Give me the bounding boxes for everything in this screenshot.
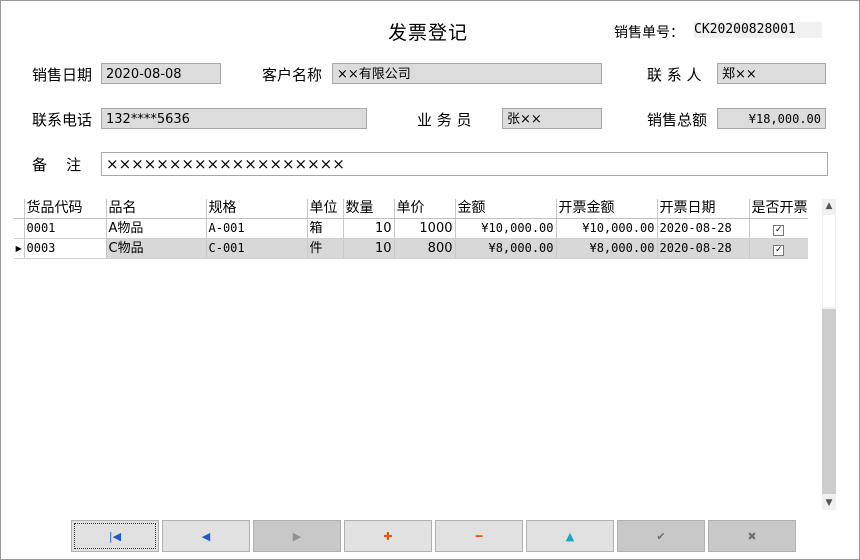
cell-amount[interactable]: ¥8,000.00 [455, 238, 557, 259]
sale-date-field[interactable]: 2020-08-08 [101, 63, 221, 84]
salesman-field[interactable]: 张×× [502, 108, 602, 129]
save-record-button[interactable]: ✔ [617, 520, 705, 552]
remark-field[interactable]: ××××××××××××××××××× [101, 152, 828, 176]
first-record-button[interactable]: |◀ [71, 520, 159, 552]
col-header-name[interactable]: 品名 [106, 199, 207, 219]
cell-invoice-date[interactable]: 2020-08-28 [657, 218, 750, 239]
scroll-thumb[interactable] [823, 215, 835, 307]
customer-label: 客户名称 [262, 66, 323, 84]
prev-record-icon: ◀ [201, 529, 211, 543]
salesman-label: 业 务 员 [417, 111, 472, 129]
close-icon: ✖ [747, 529, 757, 543]
total-field[interactable]: ¥18,000.00 [717, 108, 826, 129]
checkmark-icon: ✔ [656, 529, 666, 543]
row-header-corner [14, 199, 25, 219]
row-indicator: ▶ [14, 238, 25, 259]
prev-record-button[interactable]: ◀ [162, 520, 250, 552]
phone-field[interactable]: 132****5636 [101, 108, 367, 129]
invoiced-checkbox[interactable]: ✓ [773, 245, 785, 256]
col-header-amount[interactable]: 金额 [455, 199, 557, 219]
cell-name[interactable]: C物品 [106, 238, 207, 259]
contact-label: 联 系 人 [647, 66, 702, 84]
cell-invoice-amount[interactable]: ¥10,000.00 [556, 218, 658, 239]
cell-qty[interactable]: 10 [343, 218, 395, 239]
cell-code[interactable]: 0003 [24, 238, 107, 259]
delete-record-button[interactable]: ━ [435, 520, 523, 552]
minus-icon: ━ [475, 529, 483, 543]
first-record-icon: |◀ [108, 529, 122, 543]
detail-grid[interactable]: 货品代码 品名 规格 单位 数量 单价 金额 开票金额 开票日期 是否开票 00… [14, 199, 822, 510]
cell-code[interactable]: 0001 [24, 218, 107, 239]
next-record-icon: ▶ [292, 529, 302, 543]
invoiced-checkbox[interactable]: ✓ [773, 225, 785, 236]
cell-unit[interactable]: 件 [307, 238, 344, 259]
edit-triangle-icon: ▲ [565, 529, 575, 543]
table-row[interactable]: 0001 A物品 A-001 箱 10 1000 ¥10,000.00 ¥10,… [14, 218, 808, 239]
cell-invoice-date[interactable]: 2020-08-28 [657, 238, 750, 259]
total-label: 销售总额 [647, 111, 708, 129]
add-record-button[interactable]: ✚ [344, 520, 432, 552]
sales-no-label: 销售单号： [614, 25, 684, 41]
sales-no-value: CK20200828001 [694, 22, 822, 38]
cell-spec[interactable]: C-001 [206, 238, 308, 259]
col-header-invoiced[interactable]: 是否开票 [749, 199, 808, 219]
sale-date-label: 销售日期 [32, 66, 93, 84]
col-header-invoice-date[interactable]: 开票日期 [657, 199, 750, 219]
phone-label: 联系电话 [32, 111, 93, 129]
cell-price[interactable]: 800 [394, 238, 456, 259]
remark-label: 备 注 [32, 156, 82, 174]
col-header-price[interactable]: 单价 [394, 199, 456, 219]
cell-unit[interactable]: 箱 [307, 218, 344, 239]
edit-record-button[interactable]: ▲ [526, 520, 614, 552]
detail-table: 货品代码 品名 规格 单位 数量 单价 金额 开票金额 开票日期 是否开票 00… [14, 199, 808, 259]
cell-invoiced[interactable]: ✓ [749, 218, 808, 239]
page-title: 发票登记 [388, 22, 469, 44]
cell-spec[interactable]: A-001 [206, 218, 308, 239]
cell-amount[interactable]: ¥10,000.00 [455, 218, 557, 239]
customer-field[interactable]: ××有限公司 [332, 63, 602, 84]
table-row[interactable]: ▶ 0003 C物品 C-001 件 10 800 ¥8,000.00 ¥8,0… [14, 238, 808, 259]
scroll-down-icon[interactable]: ▼ [822, 496, 836, 510]
cell-qty[interactable]: 10 [343, 238, 395, 259]
cell-invoice-amount[interactable]: ¥8,000.00 [556, 238, 658, 259]
cell-invoiced[interactable]: ✓ [749, 238, 808, 259]
scroll-track[interactable] [822, 309, 836, 494]
grid-vertical-scrollbar[interactable]: ▲ ▼ [822, 199, 836, 510]
cell-price[interactable]: 1000 [394, 218, 456, 239]
plus-icon: ✚ [383, 529, 393, 543]
row-indicator [14, 218, 25, 239]
cancel-record-button[interactable]: ✖ [708, 520, 796, 552]
col-header-invoice-amount[interactable]: 开票金额 [556, 199, 658, 219]
col-header-spec[interactable]: 规格 [206, 199, 308, 219]
cell-name[interactable]: A物品 [106, 218, 207, 239]
next-record-button[interactable]: ▶ [253, 520, 341, 552]
col-header-code[interactable]: 货品代码 [24, 199, 107, 219]
col-header-unit[interactable]: 单位 [307, 199, 344, 219]
scroll-up-icon[interactable]: ▲ [822, 199, 836, 213]
grid-header-row: 货品代码 品名 规格 单位 数量 单价 金额 开票金额 开票日期 是否开票 [14, 199, 808, 219]
contact-field[interactable]: 郑×× [717, 63, 826, 84]
col-header-qty[interactable]: 数量 [343, 199, 395, 219]
